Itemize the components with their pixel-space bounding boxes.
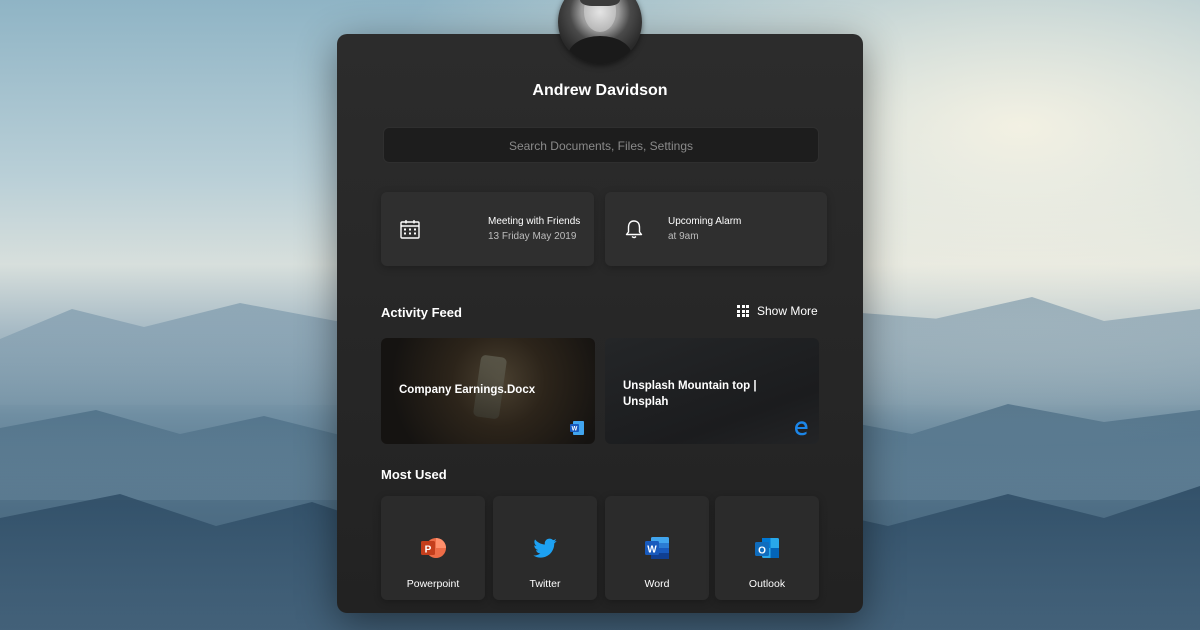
app-label: Outlook — [748, 578, 786, 590]
activity-feed-title: Activity Feed — [381, 305, 462, 320]
app-label: Word — [644, 578, 670, 590]
feed-item-title: Unsplash Mountain top | Unsplah — [623, 380, 757, 408]
bell-icon — [625, 220, 643, 239]
search-input[interactable]: Search Documents, Files, Settings — [383, 127, 819, 163]
grid-icon — [737, 305, 749, 317]
app-tile-powerpoint[interactable]: P Powerpoint — [381, 496, 485, 600]
avatar[interactable] — [558, 0, 642, 64]
show-more-button[interactable]: Show More — [737, 304, 818, 318]
card-title: Meeting with Friends — [488, 216, 581, 227]
card-subtitle: 13 Friday May 2019 — [488, 231, 577, 242]
card-title: Upcoming Alarm — [668, 216, 742, 227]
edge-icon — [795, 421, 808, 436]
powerpoint-icon: P — [421, 538, 446, 558]
word-icon: W — [645, 537, 669, 559]
word-icon: W — [570, 421, 584, 435]
svg-text:O: O — [758, 546, 766, 557]
app-label: Powerpoint — [406, 578, 460, 590]
feed-item[interactable]: Company Earnings.Docx W — [381, 338, 595, 444]
svg-text:W: W — [572, 427, 578, 433]
app-tile-word[interactable]: W Word — [605, 496, 709, 600]
user-name: Andrew Davidson — [532, 82, 668, 99]
app-tile-outlook[interactable]: O Outlook — [715, 496, 819, 600]
app-tile-twitter[interactable]: Twitter — [493, 496, 597, 600]
twitter-icon — [533, 538, 557, 558]
card-subtitle: at 9am — [668, 231, 699, 242]
feed-item-title: Company Earnings.Docx — [399, 384, 536, 396]
calendar-card[interactable]: Meeting with Friends 13 Friday May 2019 — [381, 192, 594, 266]
most-used-title: Most Used — [381, 467, 447, 482]
feed-item[interactable]: Unsplash Mountain top | Unsplah — [605, 338, 819, 444]
outlook-icon: O — [755, 538, 779, 558]
app-label: Twitter — [529, 578, 561, 590]
alarm-card[interactable]: Upcoming Alarm at 9am — [605, 192, 827, 266]
svg-text:W: W — [647, 545, 657, 556]
calendar-icon — [400, 220, 420, 239]
svg-text:P: P — [425, 545, 432, 556]
show-more-label: Show More — [757, 304, 818, 318]
start-panel: Andrew Davidson Search Documents, Files,… — [337, 34, 863, 613]
